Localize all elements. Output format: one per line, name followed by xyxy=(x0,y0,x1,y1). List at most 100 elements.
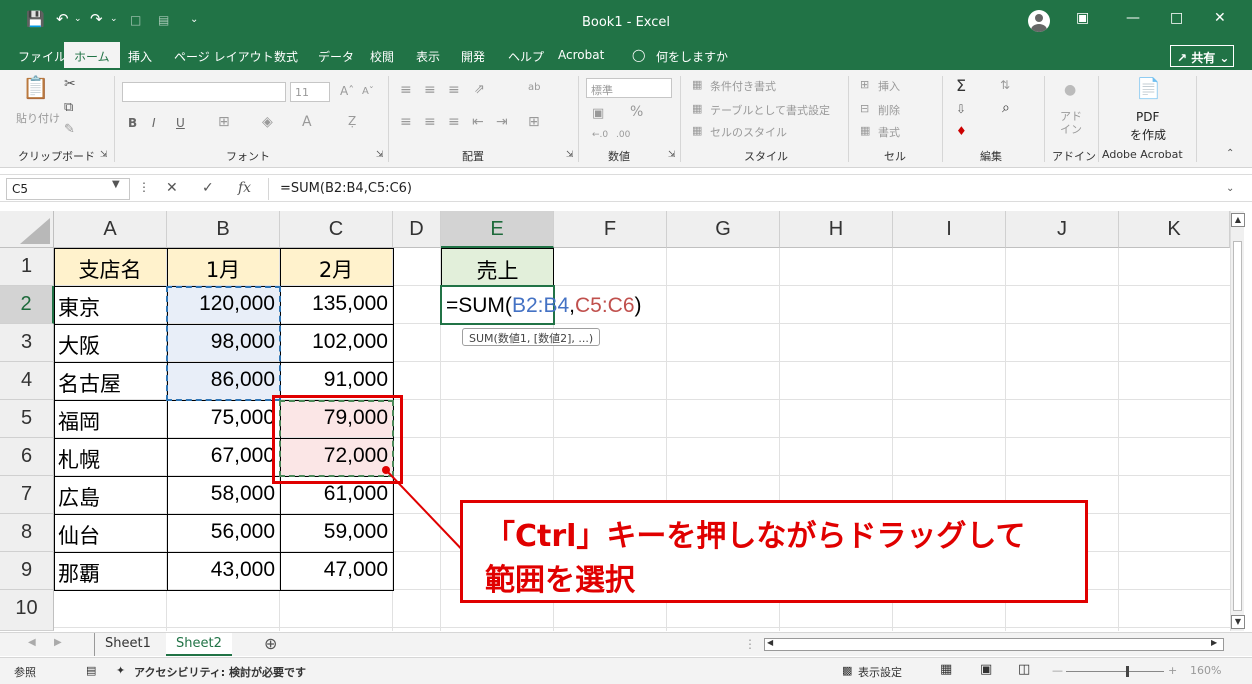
delete-cells-button[interactable]: 削除 xyxy=(878,102,900,118)
accessibility-status[interactable]: アクセシビリティ: 検討が必要です xyxy=(134,664,306,680)
cell-a2[interactable]: 東京 xyxy=(54,286,167,324)
alignment-launcher-icon[interactable]: ⇲ xyxy=(566,150,574,160)
column-header-j[interactable]: J xyxy=(1006,211,1119,248)
cell-b2[interactable]: 120,000 xyxy=(167,286,280,324)
cell-b9[interactable]: 43,000 xyxy=(167,552,280,590)
row-header-8[interactable]: 8 xyxy=(0,514,54,552)
tab-view[interactable]: 表示 xyxy=(416,48,440,65)
cell-a6[interactable]: 札幌 xyxy=(54,438,167,476)
in-cell-formula[interactable]: =SUM(B2:B4,C5:C6) xyxy=(446,294,642,318)
enter-icon[interactable]: ✓ xyxy=(202,180,214,196)
zoom-level[interactable]: 160% xyxy=(1190,664,1221,677)
scroll-right-icon[interactable]: ▶ xyxy=(1211,638,1217,647)
merge-center-icon[interactable]: ⊞ xyxy=(528,114,540,130)
row-header-10[interactable]: 10 xyxy=(0,590,54,631)
cond-format-button[interactable]: 条件付き書式 xyxy=(710,78,776,94)
cell-a4[interactable]: 名古屋 xyxy=(54,362,167,400)
tab-acrobat[interactable]: Acrobat xyxy=(558,48,604,62)
cell-style-button[interactable]: セルのスタイル xyxy=(710,124,787,140)
tab-insert[interactable]: 挿入 xyxy=(128,48,152,65)
lightbulb-icon[interactable]: ◯ xyxy=(632,48,645,62)
zoom-in-icon[interactable]: + xyxy=(1168,664,1177,677)
split-handle-icon[interactable]: ⋮ xyxy=(744,637,756,651)
cell-a1[interactable]: 支店名 xyxy=(54,248,167,286)
accessibility-icon[interactable]: ✦ xyxy=(116,664,125,677)
wrap-text-icon[interactable]: ab xyxy=(528,82,540,93)
align-middle-icon[interactable]: ≡ xyxy=(424,82,436,98)
cancel-icon[interactable]: ✕ xyxy=(166,180,178,196)
column-header-k[interactable]: K xyxy=(1119,211,1230,248)
cell-a9[interactable]: 那覇 xyxy=(54,552,167,590)
collapse-ribbon-icon[interactable]: ⌃ xyxy=(1226,148,1234,159)
tab-developer[interactable]: 開発 xyxy=(461,48,485,65)
cell-style-icon[interactable]: ▦ xyxy=(692,124,702,137)
row-header-2[interactable]: 2 xyxy=(0,286,54,324)
cell-a3[interactable]: 大阪 xyxy=(54,324,167,362)
account-avatar-icon[interactable] xyxy=(1028,10,1050,32)
display-settings-button[interactable]: 表示設定 xyxy=(858,664,902,680)
row-header-9[interactable]: 9 xyxy=(0,552,54,590)
number-format-box[interactable]: 標準 xyxy=(586,78,672,98)
addin-button[interactable]: アド イン xyxy=(1060,110,1082,136)
row-header-4[interactable]: 4 xyxy=(0,362,54,400)
align-top-icon[interactable]: ≡ xyxy=(400,82,412,98)
scroll-left-icon[interactable]: ◀ xyxy=(767,638,773,647)
font-name-box[interactable] xyxy=(122,82,286,102)
format-cells-icon[interactable]: ▦ xyxy=(860,124,870,137)
shrink-font-icon[interactable]: Aˇ xyxy=(362,86,374,97)
format-painter-icon[interactable]: ✎ xyxy=(64,122,75,137)
align-left-icon[interactable]: ≡ xyxy=(400,114,412,130)
column-header-h[interactable]: H xyxy=(780,211,893,248)
clipboard-launcher-icon[interactable]: ⇲ xyxy=(100,150,108,160)
next-sheet-icon[interactable]: ▶ xyxy=(54,637,62,648)
cell-b5[interactable]: 75,000 xyxy=(167,400,280,438)
macro-record-icon[interactable]: ▤ xyxy=(86,664,96,677)
format-cells-button[interactable]: 書式 xyxy=(878,124,900,140)
cond-format-icon[interactable]: ▦ xyxy=(692,78,702,91)
font-size-box[interactable]: 11 xyxy=(290,82,330,102)
decrease-decimal-icon[interactable]: .00 xyxy=(616,130,630,140)
align-right-icon[interactable]: ≡ xyxy=(448,114,460,130)
copy-icon[interactable]: ⧉ xyxy=(64,100,73,115)
share-button[interactable]: ↗ 共有 ⌄ xyxy=(1170,45,1234,67)
font-color-icon[interactable]: A xyxy=(302,114,312,130)
phonetic-icon[interactable]: Ẓ xyxy=(348,114,356,128)
close-icon[interactable]: ✕ xyxy=(1214,10,1226,26)
number-launcher-icon[interactable]: ⇲ xyxy=(668,150,676,160)
sheet-tab-sheet1[interactable]: Sheet1 xyxy=(94,633,161,656)
italic-button[interactable]: I xyxy=(152,116,156,130)
column-header-a[interactable]: A xyxy=(54,211,167,248)
cell-b3[interactable]: 98,000 xyxy=(167,324,280,362)
insert-function-button[interactable]: fx xyxy=(238,180,251,196)
page-layout-view-icon[interactable]: ▣ xyxy=(980,662,992,677)
select-all-corner[interactable] xyxy=(0,211,54,248)
currency-icon[interactable]: ▣ xyxy=(592,106,604,121)
zoom-slider-thumb[interactable] xyxy=(1126,666,1129,677)
column-header-f[interactable]: F xyxy=(554,211,667,248)
scroll-up-icon[interactable]: ▲ xyxy=(1231,213,1245,227)
cut-icon[interactable]: ✂ xyxy=(64,76,76,92)
tab-review[interactable]: 校閲 xyxy=(370,48,394,65)
cell-a8[interactable]: 仙台 xyxy=(54,514,167,552)
column-header-c[interactable]: C xyxy=(280,211,393,248)
row-header-1[interactable]: 1 xyxy=(0,248,54,286)
cell-b6[interactable]: 67,000 xyxy=(167,438,280,476)
tab-page-layout[interactable]: ページ レイアウト xyxy=(174,48,274,65)
cell-b1[interactable]: 1月 xyxy=(167,248,280,286)
indent-increase-icon[interactable]: ⇥ xyxy=(496,114,508,130)
normal-view-icon[interactable]: ▦ xyxy=(940,662,952,677)
pdf-label[interactable]: PDF xyxy=(1136,110,1159,124)
bold-button[interactable]: B xyxy=(128,116,137,130)
minimize-icon[interactable]: — xyxy=(1126,10,1140,26)
tab-help[interactable]: ヘルプ xyxy=(508,48,544,65)
ribbon-display-icon[interactable]: ▣ xyxy=(1076,10,1089,26)
tell-me-search[interactable]: 何をしますか xyxy=(656,48,728,65)
align-bottom-icon[interactable]: ≡ xyxy=(448,82,460,98)
display-settings-icon[interactable]: ▩ xyxy=(842,664,852,677)
vertical-scroll-thumb[interactable] xyxy=(1233,241,1242,611)
cell-c1[interactable]: 2月 xyxy=(280,248,393,286)
pdf-create-label[interactable]: を作成 xyxy=(1130,126,1166,143)
table-format-button[interactable]: テーブルとして書式設定 xyxy=(710,102,830,118)
column-header-i[interactable]: I xyxy=(893,211,1006,248)
autosum-button[interactable]: Σ xyxy=(956,76,966,95)
